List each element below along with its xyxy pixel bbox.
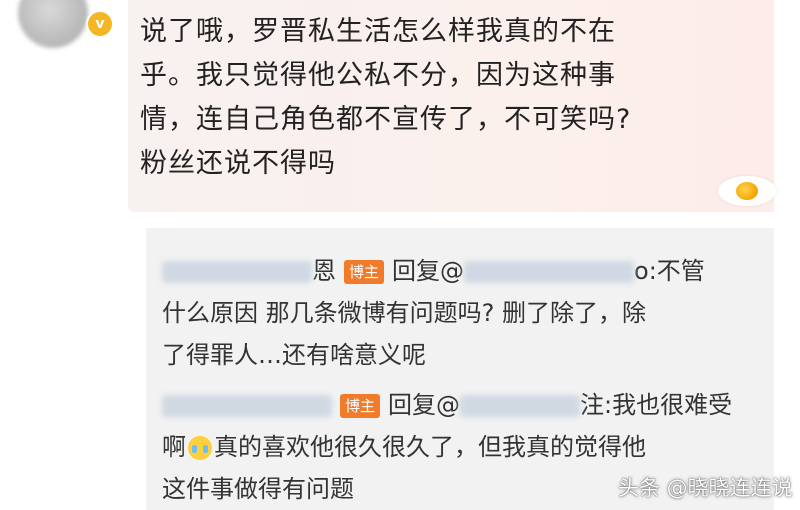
reply-text: 不管 bbox=[656, 257, 705, 285]
main-comment-line: 乎。我只觉得他公私不分，因为这种事 bbox=[140, 60, 616, 91]
reply-prefix: 回复@ bbox=[388, 391, 461, 419]
reply-line: 啊真的喜欢他很久很久了，但我真的觉得他 bbox=[162, 426, 762, 468]
replies-panel: 恩博主 回复@ o:不管 什么原因 那几条微博有问题吗? 删了除了，除 了得罪人…还… bbox=[146, 228, 774, 510]
watermark: 头条 @晓晓连连说 bbox=[618, 476, 793, 500]
host-badge: 博主 bbox=[344, 260, 385, 284]
reply-line: 什么原因 那几条微博有问题吗? 删了除了，除 bbox=[162, 299, 646, 327]
reply-item: 恩博主 回复@ o:不管 什么原因 那几条微博有问题吗? 删了除了，除 了得罪人…还… bbox=[162, 250, 762, 376]
reply-text: 啊 bbox=[162, 433, 186, 461]
main-comment: 说了哦，罗晋私生活怎么样我真的不在 乎。我只觉得他公私不分，因为这种事 情，连自… bbox=[140, 10, 740, 186]
main-comment-line: 说了哦，罗晋私生活怎么样我真的不在 bbox=[140, 16, 616, 47]
avatar[interactable] bbox=[18, 0, 88, 48]
egg-sticker-icon bbox=[718, 176, 776, 206]
main-comment-line: 情，连自己角色都不宣传了，不可笑吗? bbox=[140, 104, 632, 135]
reply-prefix: 回复@ bbox=[392, 257, 465, 285]
host-badge: 博主 bbox=[340, 394, 381, 418]
crying-face-icon bbox=[188, 436, 212, 460]
blurred-reply-target[interactable] bbox=[464, 261, 635, 283]
reply-line: 恩博主 回复@ o:不管 bbox=[162, 250, 762, 292]
blurred-reply-target[interactable] bbox=[460, 395, 581, 417]
reply-line: 博主 回复@ 注:我也很难受 bbox=[162, 384, 762, 426]
reply-text: 真的喜欢他很久很久了，但我真的觉得他 bbox=[214, 433, 646, 461]
blurred-username[interactable] bbox=[162, 395, 332, 417]
vip-badge-icon: v bbox=[86, 10, 114, 38]
username-suffix: 恩 bbox=[312, 257, 336, 285]
reply-target-suffix: o: bbox=[634, 257, 657, 285]
main-comment-line: 粉丝还说不得吗 bbox=[140, 148, 336, 179]
reply-target-suffix: 注: bbox=[580, 391, 613, 419]
reply-text: 我也很难受 bbox=[612, 391, 733, 419]
reply-line: 了得罪人…还有啥意义呢 bbox=[162, 341, 426, 369]
blurred-username[interactable] bbox=[162, 261, 312, 283]
